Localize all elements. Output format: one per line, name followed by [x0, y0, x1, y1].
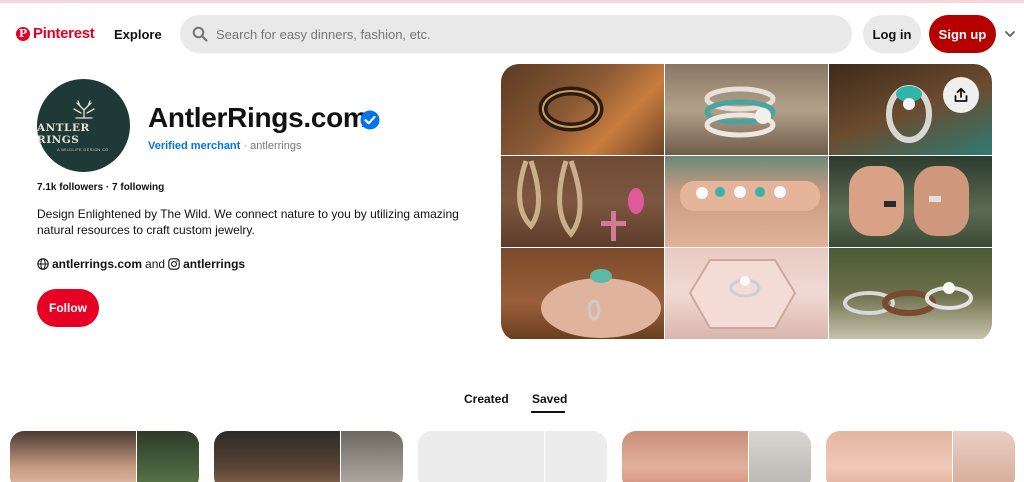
instagram-link[interactable]: antlerrings: [183, 257, 245, 271]
pinterest-logo-icon: P: [16, 26, 30, 41]
pinterest-logo[interactable]: P Pinterest: [16, 25, 95, 42]
antler-logo-icon: [72, 99, 95, 119]
profile-links: antlerrings.com and antlerrings: [37, 257, 245, 271]
cover-image-mosaic: [501, 64, 992, 341]
profile-handle: antlerrings: [250, 140, 302, 152]
cover-photo-ring-box: [665, 248, 828, 339]
avatar: ANTLER RINGS A WILDLIFE DESIGN CO.: [37, 79, 130, 172]
board-side-placeholder: [545, 431, 607, 482]
instagram-icon: [168, 258, 180, 270]
board-side-photo: [341, 431, 403, 482]
pinterest-wordmark: Pinterest: [33, 25, 95, 42]
website-link[interactable]: antlerrings.com: [52, 257, 142, 271]
explore-link[interactable]: Explore: [114, 27, 162, 42]
board-cover-placeholder: [418, 431, 544, 482]
board-preview[interactable]: [214, 431, 403, 482]
board-side-photo: [137, 431, 199, 482]
avatar-logo-text: ANTLER RINGS: [37, 121, 90, 146]
cover-photo-hands-rings: [829, 156, 992, 247]
board-preview[interactable]: [826, 431, 1015, 482]
profile-name: AntlerRings.com: [148, 102, 368, 133]
cover-photo-stacked-rings: [665, 64, 828, 155]
cover-photo-band-rings: [829, 248, 992, 339]
merchant-line: Verified merchant · antlerrings: [148, 140, 301, 152]
follower-stats[interactable]: 7.1k followers · 7 following: [37, 182, 164, 193]
share-icon: [954, 87, 968, 102]
board-cover-photo: [622, 431, 748, 482]
board-side-photo: [749, 431, 811, 482]
search-bar[interactable]: [180, 15, 852, 53]
top-navigation-bar: P Pinterest Explore Log in Sign up: [0, 3, 1024, 63]
verified-merchant-link[interactable]: Verified merchant: [148, 140, 240, 152]
search-icon: [192, 26, 208, 42]
cover-photo-wood-ring: [501, 64, 664, 155]
and-text: and: [145, 257, 166, 271]
board-preview[interactable]: [418, 431, 607, 482]
signup-button[interactable]: Sign up: [929, 15, 996, 53]
separator-dot: ·: [243, 140, 248, 152]
verified-badge-icon: [360, 110, 380, 130]
login-button[interactable]: Log in: [863, 15, 921, 53]
board-preview[interactable]: [622, 431, 811, 482]
active-tab-indicator: [531, 411, 565, 413]
board-side-photo: [953, 431, 1015, 482]
board-cover-photo: [214, 431, 340, 482]
share-button[interactable]: [943, 77, 979, 113]
search-input[interactable]: [216, 26, 816, 42]
board-cover-photo: [10, 431, 136, 482]
board-cover-photo: [826, 431, 952, 482]
tab-saved[interactable]: Saved: [532, 392, 567, 406]
tab-created[interactable]: Created: [464, 392, 509, 406]
chevron-down-icon[interactable]: [1004, 28, 1016, 40]
follow-button[interactable]: Follow: [37, 289, 99, 327]
cover-photo-ring-hand: [665, 156, 828, 247]
cover-photo-horse-hand: [501, 248, 664, 339]
board-preview[interactable]: [10, 431, 199, 482]
profile-bio: Design Enlightened by The Wild. We conne…: [37, 207, 459, 237]
avatar-logo-subtext: A WILDLIFE DESIGN CO.: [57, 146, 110, 152]
cover-photo-copper-earrings: [501, 156, 664, 247]
globe-icon: [37, 258, 49, 270]
